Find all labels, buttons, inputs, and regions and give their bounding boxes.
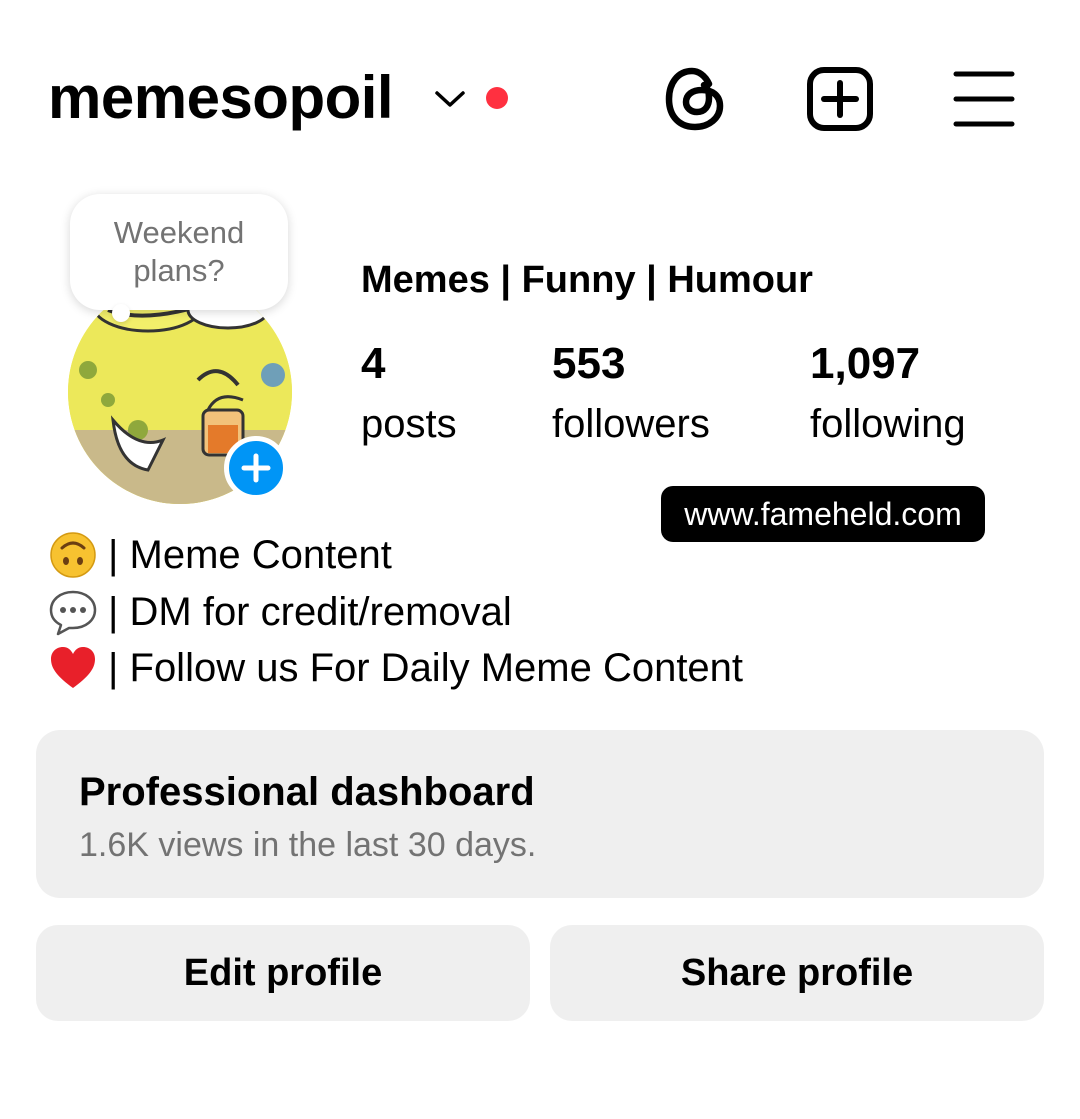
dashboard-subtitle: 1.6K views in the last 30 days. — [79, 826, 537, 864]
posts-label[interactable]: posts — [361, 400, 457, 448]
notification-dot — [486, 87, 508, 109]
note-bubble[interactable]: Weekend plans? — [70, 194, 288, 310]
threads-icon[interactable] — [662, 64, 728, 134]
followers-label[interactable]: followers — [552, 400, 710, 448]
bio-line: | Meme Content — [48, 530, 392, 580]
red-heart-icon — [48, 643, 98, 693]
bio-text: | Meme Content — [108, 533, 392, 577]
create-post-button[interactable] — [806, 66, 874, 132]
note-line-2: plans? — [133, 253, 225, 288]
menu-icon[interactable] — [952, 70, 1016, 128]
speech-balloon-icon — [48, 587, 98, 637]
following-count[interactable]: 1,097 — [810, 338, 920, 390]
bio-line: | DM for credit/removal — [48, 587, 512, 637]
username-title[interactable]: memesopoil — [48, 62, 394, 134]
chevron-down-icon[interactable] — [432, 84, 468, 114]
note-line-1: Weekend — [113, 215, 245, 250]
posts-count[interactable]: 4 — [361, 338, 385, 390]
display-name: Memes | Funny | Humour — [361, 259, 813, 301]
share-profile-button[interactable]: Share profile — [550, 925, 1044, 1021]
upside-down-face-icon — [48, 530, 98, 580]
following-label[interactable]: following — [810, 400, 966, 448]
bio-text: | DM for credit/removal — [108, 590, 512, 634]
followers-count[interactable]: 553 — [552, 338, 625, 390]
dashboard-title[interactable]: Professional dashboard — [79, 768, 535, 816]
edit-profile-button[interactable]: Edit profile — [36, 925, 530, 1021]
note-bubble-tail — [112, 304, 130, 322]
add-story-button[interactable] — [224, 436, 288, 500]
bio-line: | Follow us For Daily Meme Content — [48, 643, 743, 693]
watermark-label: www.fameheld.com — [661, 486, 985, 542]
bio-text: | Follow us For Daily Meme Content — [108, 646, 744, 690]
